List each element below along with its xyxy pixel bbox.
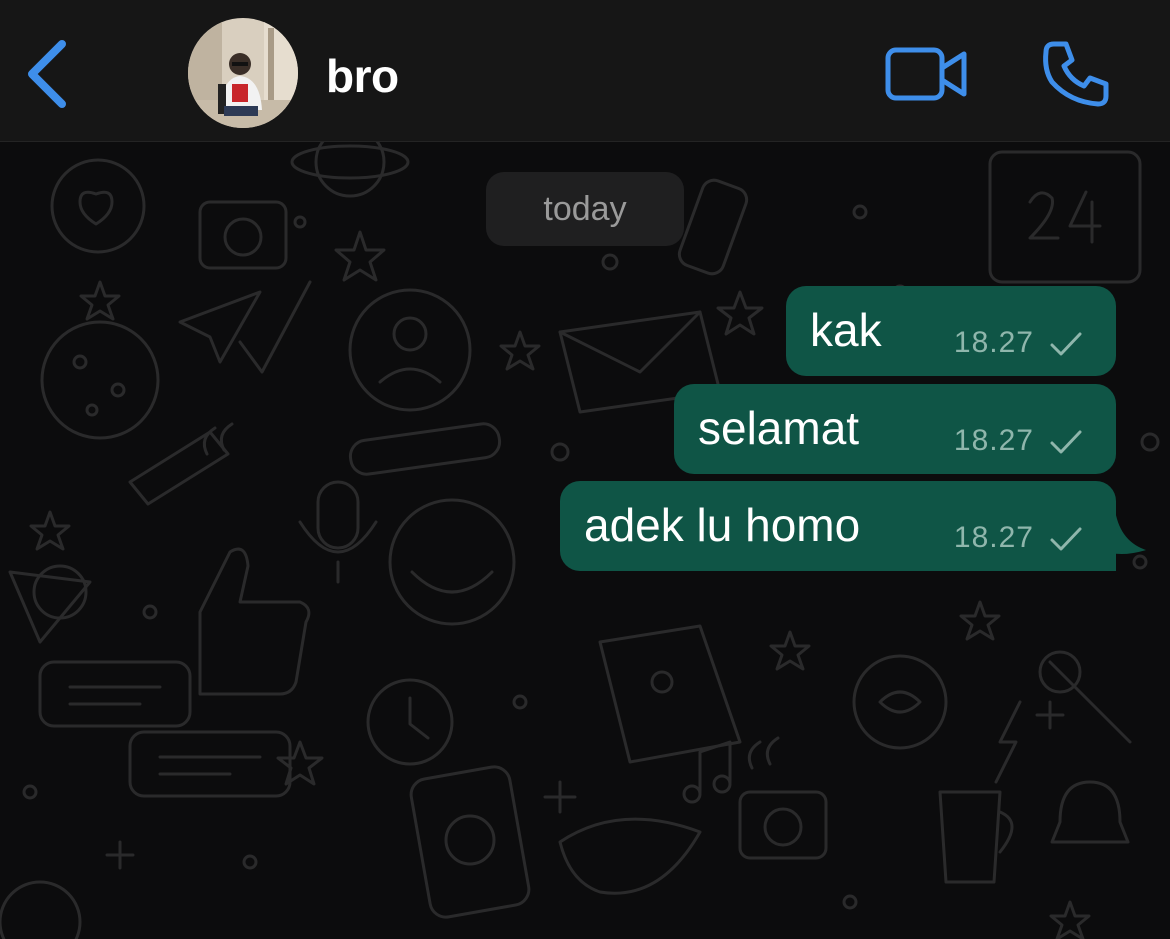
message-time: 18.27	[953, 326, 1034, 359]
voice-call-button[interactable]	[1040, 38, 1112, 110]
message-text: selamat	[698, 402, 860, 454]
back-button[interactable]	[20, 34, 80, 114]
contact-name[interactable]: bro	[326, 48, 399, 104]
avatar[interactable]	[188, 18, 298, 128]
chat-header: bro	[0, 0, 1170, 142]
date-separator: today	[486, 172, 684, 246]
message-text: kak	[810, 304, 882, 356]
phone-icon	[1043, 41, 1109, 107]
message-bubble[interactable]: adek lu homo 18.27	[560, 481, 1116, 571]
message-time: 18.27	[953, 424, 1034, 457]
single-check-icon	[1050, 527, 1082, 551]
message-text: adek lu homo	[584, 499, 861, 551]
chat-screen: bro today kak 18.27 selamat 18.27 adek l…	[0, 0, 1170, 939]
message-bubble[interactable]: kak 18.27	[786, 286, 1116, 376]
video-call-icon	[885, 47, 967, 101]
single-check-icon	[1050, 332, 1082, 356]
message-bubble[interactable]: selamat 18.27	[674, 384, 1116, 474]
video-call-button[interactable]	[884, 44, 970, 106]
back-chevron-icon	[28, 40, 66, 108]
message-time: 18.27	[953, 521, 1034, 554]
single-check-icon	[1050, 430, 1082, 454]
